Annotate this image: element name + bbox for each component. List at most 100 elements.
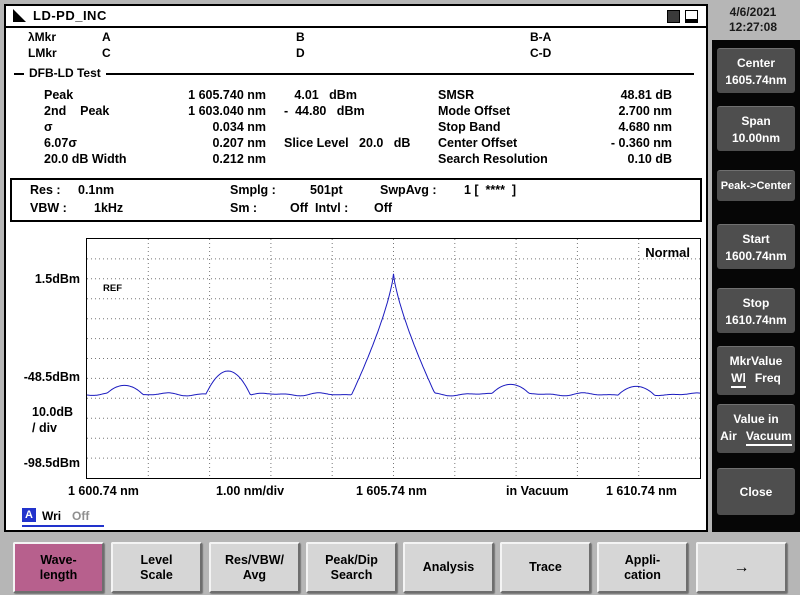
section-divider xyxy=(14,73,694,75)
y-axis-mid-label: -48.5dBm xyxy=(8,370,80,384)
fkey-line: Scale xyxy=(140,568,173,583)
option-vacuum[interactable]: Vacuum xyxy=(746,429,792,446)
analysis-row: 2nd Peak 1 603.040 nm - 44.80 dBm Mode O… xyxy=(6,104,706,120)
result-label-right: Center Offset xyxy=(438,136,517,150)
intvl-value: Off xyxy=(374,201,392,215)
softkey-span[interactable]: Span 10.00nm xyxy=(717,106,795,151)
x-axis-center-label: 1 605.74 nm xyxy=(356,484,427,498)
result-label-right: SMSR xyxy=(438,88,474,102)
level-marker-label: LMkr xyxy=(28,46,57,60)
fkey-line: Appli- xyxy=(625,553,660,568)
result-label: 2nd Peak xyxy=(44,104,109,118)
fkey-line: Search xyxy=(331,568,373,583)
vbw-value: 1kHz xyxy=(94,201,123,215)
window-title: LD-PD_INC xyxy=(33,8,107,23)
fkey-line: Avg xyxy=(243,568,266,583)
result-label: 6.07σ xyxy=(44,136,77,150)
result-label: Peak xyxy=(44,88,73,102)
option-wavelength[interactable]: Wl xyxy=(731,371,746,388)
analysis-row: 6.07σ 0.207 nm Slice Level 20.0 dB Cente… xyxy=(6,136,706,152)
marker-a: A xyxy=(102,30,111,44)
fkey-line: length xyxy=(40,568,78,583)
minimize-icon[interactable] xyxy=(667,10,680,23)
softkey-value: 1610.74nm xyxy=(725,313,786,327)
smplg-value: 501pt xyxy=(310,183,343,197)
fkey-level-scale[interactable]: Level Scale xyxy=(111,542,202,593)
result-value-right: 2.700 nm xyxy=(558,104,672,118)
y-scale-value: 10.0dB xyxy=(32,404,73,420)
result-wavelength: 1 603.040 nm xyxy=(136,104,266,118)
marker-b: B xyxy=(296,30,305,44)
result-label: 20.0 dB Width xyxy=(44,152,127,166)
marker-d: D xyxy=(296,46,305,60)
trace-letter-badge: A xyxy=(22,508,36,522)
spectrum-plot: Normal REF xyxy=(86,238,701,479)
softkey-label: Close xyxy=(740,485,773,499)
title-bar: LD-PD_INC xyxy=(6,6,706,28)
sm-value: Off xyxy=(290,201,308,215)
arrow-right-icon: → xyxy=(734,560,750,575)
fkey-wavelength[interactable]: Wave- length xyxy=(13,542,104,593)
fkey-peak-dip-search[interactable]: Peak/Dip Search xyxy=(306,542,397,593)
result-wavelength: 0.207 nm xyxy=(136,136,266,150)
fkey-line: Analysis xyxy=(423,560,474,575)
y-axis-bottom-label: -98.5dBm xyxy=(8,456,80,470)
softkey-label: Value in xyxy=(733,412,778,426)
result-value-right: 0.10 dB xyxy=(558,152,672,166)
result-level: 4.01 dBm xyxy=(284,88,357,102)
result-label-right: Mode Offset xyxy=(438,104,510,118)
result-label-right: Stop Band xyxy=(438,120,501,134)
smplg-label: Smplg : xyxy=(230,183,276,197)
function-key-bar: Wave- length Level Scale Res/VBW/ Avg Pe… xyxy=(0,534,800,595)
spectrum-svg xyxy=(87,239,700,478)
option-air[interactable]: Air xyxy=(720,429,737,446)
softkey-label: MkrValue xyxy=(730,354,783,368)
fkey-line: cation xyxy=(624,568,661,583)
fkey-line: Peak/Dip xyxy=(325,553,378,568)
swpavg-value: 1 [ **** ] xyxy=(464,183,516,197)
result-label-right: Search Resolution xyxy=(438,152,548,166)
softkey-label: Stop xyxy=(743,296,770,310)
res-label: Res : xyxy=(30,183,61,197)
softkey-value-in[interactable]: Value in Air Vacuum xyxy=(717,404,795,453)
ref-level-label: REF xyxy=(103,283,122,294)
intvl-label: Intvl : xyxy=(315,201,348,215)
result-label: σ xyxy=(44,120,53,134)
fkey-trace[interactable]: Trace xyxy=(500,542,591,593)
softkey-value: 10.00nm xyxy=(732,131,780,145)
result-level: Slice Level 20.0 dB xyxy=(284,136,410,150)
softkey-peak-to-center[interactable]: Peak->Center xyxy=(717,170,795,201)
instrument-screen: LD-PD_INC λMkr A B B-A LMkr C D C-D DFB-… xyxy=(4,4,708,532)
y-axis-scale-label: 10.0dB / div xyxy=(32,404,73,436)
trace-mode-label: Normal xyxy=(645,245,690,260)
softkey-center[interactable]: Center 1605.74nm xyxy=(717,48,795,93)
maximize-icon[interactable] xyxy=(685,10,698,23)
result-wavelength: 1 605.740 nm xyxy=(136,88,266,102)
sm-label: Sm : xyxy=(230,201,257,215)
app-logo-icon xyxy=(13,9,26,22)
fkey-analysis[interactable]: Analysis xyxy=(403,542,494,593)
fkey-more-arrow[interactable]: → xyxy=(696,542,787,593)
date-text: 4/6/2021 xyxy=(710,5,796,20)
analysis-row: 20.0 dB Width 0.212 nm Search Resolution… xyxy=(6,152,706,168)
fkey-application[interactable]: Appli- cation xyxy=(597,542,688,593)
softkey-marker-value[interactable]: MkrValue Wl Freq xyxy=(717,346,795,395)
swpavg-label: SwpAvg : xyxy=(380,183,436,197)
softkey-stop[interactable]: Stop 1610.74nm xyxy=(717,288,795,333)
result-wavelength: 0.212 nm xyxy=(136,152,266,166)
time-text: 12:27:08 xyxy=(710,20,796,35)
softkey-start[interactable]: Start 1600.74nm xyxy=(717,224,795,269)
softkey-label: Start xyxy=(742,232,769,246)
trace-status[interactable]: A Wri Off xyxy=(22,508,104,527)
y-axis-ref-label: 1.5dBm xyxy=(8,272,80,286)
result-wavelength: 0.034 nm xyxy=(136,120,266,134)
softkey-label: Peak->Center xyxy=(721,180,792,192)
analysis-row: Peak 1 605.740 nm 4.01 dBm SMSR 48.81 dB xyxy=(6,88,706,104)
option-frequency[interactable]: Freq xyxy=(755,371,781,388)
fkey-res-vbw-avg[interactable]: Res/VBW/ Avg xyxy=(209,542,300,593)
trace-off-label: Off xyxy=(72,509,89,523)
analysis-row: σ 0.034 nm Stop Band 4.680 nm xyxy=(6,120,706,136)
softkey-close[interactable]: Close xyxy=(717,468,795,515)
fkey-line: Trace xyxy=(529,560,562,575)
fkey-line: Wave- xyxy=(40,553,76,568)
